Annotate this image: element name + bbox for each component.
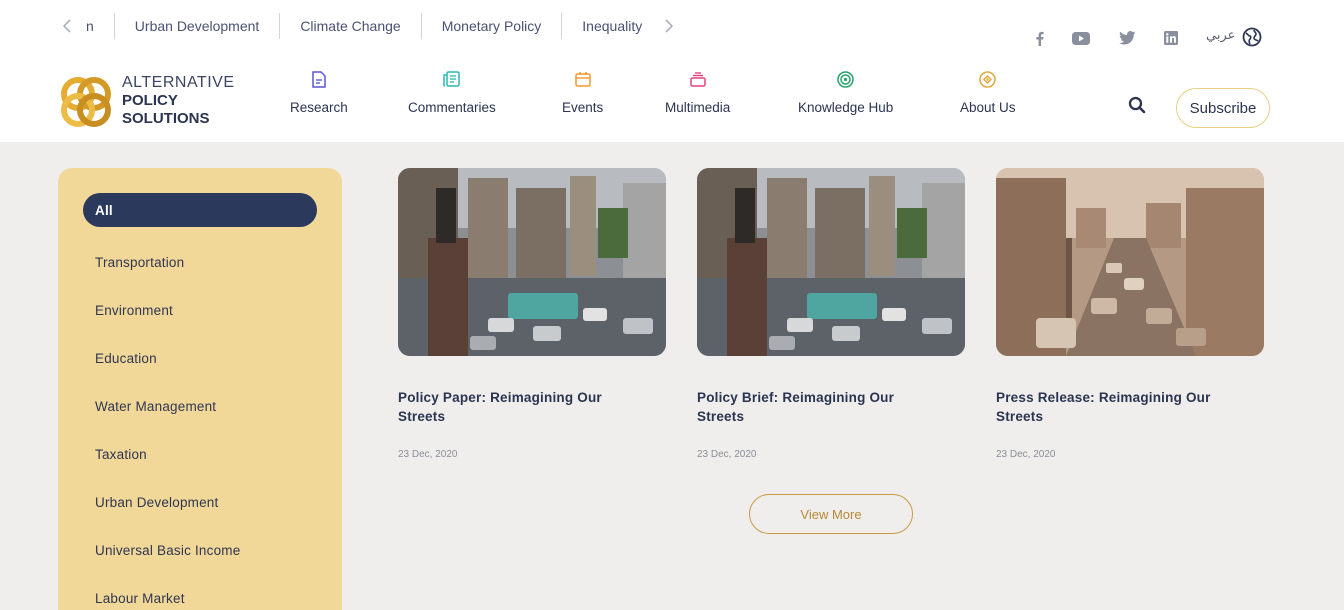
logo-emblem-icon	[61, 77, 111, 127]
topic-item-climate-change[interactable]: Climate Change	[279, 13, 420, 39]
topic-item-monetary-policy[interactable]: Monetary Policy	[420, 13, 562, 39]
article-date: 23 Dec, 2020	[996, 449, 1056, 460]
nav-research[interactable]: Research	[290, 70, 348, 115]
category-urban-development[interactable]: Urban Development	[83, 485, 317, 519]
nav-events-label: Events	[562, 100, 604, 115]
youtube-icon[interactable]	[1071, 26, 1091, 50]
article-card-2: Policy Brief: Reimagining Our Streets 23…	[697, 168, 965, 460]
category-environment[interactable]: Environment	[83, 293, 317, 327]
view-more-button[interactable]: View More	[749, 494, 913, 534]
nav-events[interactable]: Events	[562, 70, 603, 115]
article-title[interactable]: Press Release: Reimagining Our Streets	[996, 388, 1226, 426]
logo-wordmark: ALTERNATIVE POLICY SOLUTIONS	[122, 74, 234, 128]
logo-line-3: SOLUTIONS	[122, 110, 210, 127]
article-card-3: Press Release: Reimagining Our Streets 2…	[996, 168, 1264, 460]
logo-line-1: ALTERNATIVE	[122, 74, 235, 91]
topic-item-partial[interactable]: n	[86, 18, 94, 34]
nav-about-us-label: About Us	[960, 100, 1016, 115]
nav-research-label: Research	[290, 100, 348, 115]
notes-icon	[443, 70, 461, 88]
category-sidebar: All Transportation Environment Education…	[58, 168, 342, 610]
target-icon	[837, 70, 855, 88]
nav-commentaries[interactable]: Commentaries	[408, 70, 496, 115]
article-date: 23 Dec, 2020	[697, 449, 757, 460]
nav-multimedia-label: Multimedia	[665, 100, 731, 115]
article-date: 23 Dec, 2020	[398, 449, 458, 460]
article-card-1: Policy Paper: Reimagining Our Streets 23…	[398, 168, 666, 460]
category-taxation[interactable]: Taxation	[83, 437, 317, 471]
site-logo[interactable]: ALTERNATIVE POLICY SOLUTIONS	[56, 72, 236, 134]
twitter-icon[interactable]	[1118, 26, 1136, 50]
article-title[interactable]: Policy Paper: Reimagining Our Streets	[398, 388, 628, 426]
nav-multimedia[interactable]: Multimedia	[665, 70, 730, 115]
globe-icon[interactable]	[1242, 27, 1262, 52]
topic-carousel: n Urban Development Climate Change Monet…	[60, 10, 676, 42]
category-water-management[interactable]: Water Management	[83, 389, 317, 423]
category-transportation[interactable]: Transportation	[83, 245, 317, 279]
stack-icon	[689, 70, 707, 88]
category-universal-basic-income[interactable]: Universal Basic Income	[83, 533, 317, 567]
nav-commentaries-label: Commentaries	[408, 100, 496, 115]
article-title[interactable]: Policy Brief: Reimagining Our Streets	[697, 388, 927, 426]
category-all[interactable]: All	[83, 193, 317, 227]
chevron-left-icon[interactable]	[60, 16, 74, 36]
article-image[interactable]	[996, 168, 1264, 356]
topic-item-urban-development[interactable]: Urban Development	[113, 13, 280, 39]
topic-item-inequality[interactable]: Inequality	[561, 13, 662, 39]
facebook-icon[interactable]	[1030, 26, 1048, 50]
article-image[interactable]	[398, 168, 666, 356]
site-header: n Urban Development Climate Change Monet…	[0, 0, 1344, 142]
nav-about-us[interactable]: About Us	[960, 70, 1016, 115]
category-labour-market[interactable]: Labour Market	[83, 581, 317, 610]
nav-knowledge-hub-label: Knowledge Hub	[798, 100, 894, 115]
category-education[interactable]: Education	[83, 341, 317, 375]
article-image[interactable]	[697, 168, 965, 356]
document-icon	[310, 70, 328, 88]
chevron-right-icon[interactable]	[662, 16, 676, 36]
language-switch[interactable]: عربي	[1206, 28, 1235, 43]
logo-line-2: POLICY	[122, 92, 178, 109]
subscribe-button[interactable]: Subscribe	[1176, 88, 1270, 128]
linkedin-icon[interactable]	[1163, 26, 1179, 50]
emblem-icon	[979, 70, 997, 88]
search-icon[interactable]	[1128, 96, 1150, 118]
calendar-icon	[574, 70, 592, 88]
nav-knowledge-hub[interactable]: Knowledge Hub	[798, 70, 893, 115]
